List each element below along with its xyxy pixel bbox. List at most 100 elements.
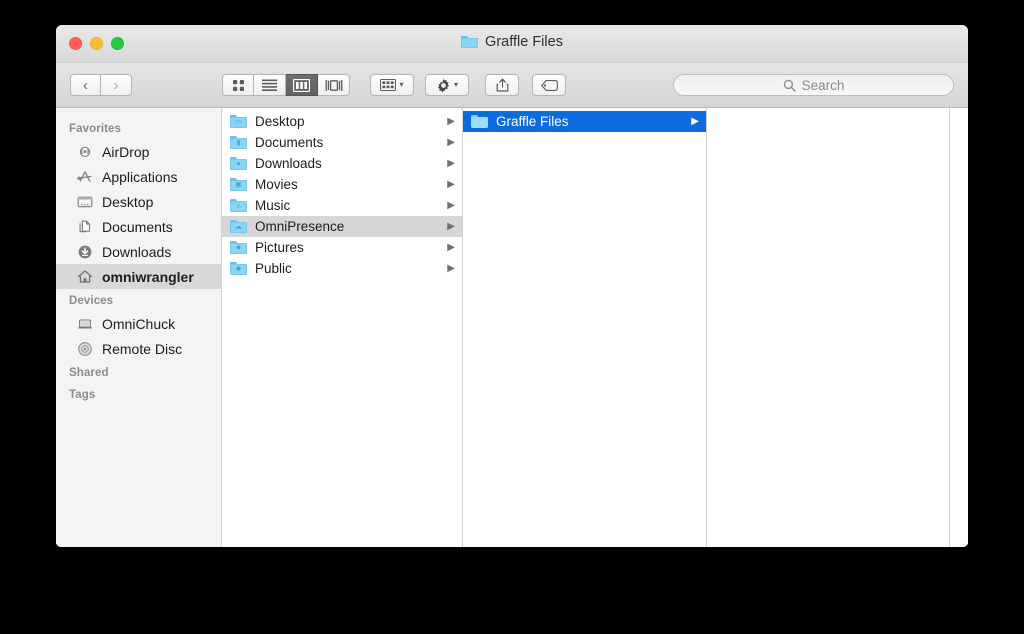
- row-label: OmniPresence: [255, 219, 345, 234]
- disc-icon: [76, 340, 93, 357]
- tags-button[interactable]: [532, 74, 566, 96]
- window-titlebar[interactable]: Graffle Files: [56, 25, 968, 63]
- folder-icon: [471, 115, 488, 128]
- zoom-button[interactable]: [111, 37, 124, 50]
- search-field[interactable]: Search: [673, 74, 954, 96]
- chevron-right-icon: ›: [113, 76, 119, 94]
- back-button[interactable]: ‹: [70, 74, 101, 96]
- folder-icon: [461, 35, 479, 49]
- row-label: Movies: [255, 177, 298, 192]
- sidebar-item-omnichuck[interactable]: OmniChuck: [56, 311, 221, 336]
- sidebar-item-downloads[interactable]: Downloads: [56, 239, 221, 264]
- sidebar-item-label: Documents: [102, 218, 173, 235]
- sidebar-section-tags: Tags: [69, 389, 96, 401]
- share-button[interactable]: [485, 74, 519, 96]
- window-title: Graffle Files: [56, 34, 968, 50]
- list-view-button[interactable]: [254, 74, 286, 96]
- folder-music-icon: ♪: [230, 199, 247, 212]
- sidebar-section-favorites: Favorites: [69, 123, 122, 135]
- applications-icon: [76, 168, 93, 185]
- disclosure-triangle-icon[interactable]: ▶: [446, 242, 455, 253]
- downloads-icon: [76, 243, 93, 260]
- table-row[interactable]: ♪ Music ▶: [222, 195, 462, 216]
- folder-omnipresence-icon: ☁: [230, 220, 247, 233]
- disclosure-triangle-icon[interactable]: ▶: [446, 158, 455, 169]
- sidebar-item-label: omniwrangler: [102, 268, 194, 285]
- forward-button[interactable]: ›: [101, 74, 132, 96]
- table-row[interactable]: Graffle Files ▶: [463, 111, 706, 132]
- chevron-left-icon: ‹: [83, 76, 88, 94]
- window-toolbar: ‹ › ▾ ▾ Search: [56, 63, 968, 108]
- gear-icon: [437, 78, 450, 93]
- action-menu-button[interactable]: ▾: [425, 74, 469, 96]
- coverflow-icon: [325, 79, 342, 91]
- grid-icon: [232, 79, 244, 91]
- folder-pictures-icon: ■: [230, 241, 247, 254]
- disclosure-triangle-icon[interactable]: ▶: [446, 179, 455, 190]
- finder-window: Graffle Files ‹ › ▾ ▾ Search Favorites A…: [56, 25, 968, 547]
- table-row[interactable]: ▮ Documents ▶: [222, 132, 462, 153]
- window-title-text: Graffle Files: [485, 34, 563, 50]
- disclosure-triangle-icon[interactable]: ▶: [446, 221, 455, 232]
- sidebar-section-shared: Shared: [69, 367, 109, 379]
- sidebar-item-desktop[interactable]: Desktop: [56, 189, 221, 214]
- folder-documents-icon: ▮: [230, 136, 247, 149]
- folder-downloads-icon: ●: [230, 157, 247, 170]
- sidebar: Favorites AirDrop Applications Desktop D…: [56, 108, 222, 547]
- table-row[interactable]: ◆ Public ▶: [222, 258, 462, 279]
- close-button[interactable]: [69, 37, 82, 50]
- column-browser: ▭ Desktop ▶ ▮ Documents ▶ ● Downloads ▶: [222, 108, 968, 547]
- tag-icon: [540, 79, 558, 91]
- sidebar-item-label: Remote Disc: [102, 340, 183, 357]
- table-row[interactable]: ■ Pictures ▶: [222, 237, 462, 258]
- disclosure-triangle-icon[interactable]: ▶: [690, 116, 699, 127]
- chevron-down-icon: ▾: [399, 80, 404, 89]
- disclosure-triangle-icon[interactable]: ▶: [446, 263, 455, 274]
- columns-icon: [293, 78, 310, 92]
- chevron-down-icon: ▾: [453, 80, 458, 89]
- sidebar-item-omniwrangler[interactable]: omniwrangler: [56, 264, 221, 289]
- sidebar-item-label: Desktop: [102, 193, 154, 210]
- row-label: Public: [255, 261, 292, 276]
- folder-movies-icon: ▣: [230, 178, 247, 191]
- sidebar-item-documents[interactable]: Documents: [56, 214, 221, 239]
- row-label: Downloads: [255, 156, 322, 171]
- row-label: Graffle Files: [496, 114, 569, 129]
- column-omnipresence: Graffle Files ▶: [463, 108, 707, 547]
- sidebar-item-label: Applications: [102, 168, 178, 185]
- column-home: ▭ Desktop ▶ ▮ Documents ▶ ● Downloads ▶: [222, 108, 463, 547]
- airdrop-icon: [76, 143, 93, 160]
- documents-icon: [76, 218, 93, 235]
- table-row[interactable]: ▭ Desktop ▶: [222, 111, 462, 132]
- disclosure-triangle-icon[interactable]: ▶: [446, 137, 455, 148]
- disclosure-triangle-icon[interactable]: ▶: [446, 116, 455, 127]
- sidebar-item-label: AirDrop: [102, 143, 150, 160]
- sidebar-item-applications[interactable]: Applications: [56, 164, 221, 189]
- row-label: Documents: [255, 135, 324, 150]
- disclosure-triangle-icon[interactable]: ▶: [446, 200, 455, 211]
- column-empty: [950, 108, 968, 547]
- icon-view-button[interactable]: [222, 74, 254, 96]
- search-icon: [783, 79, 796, 92]
- sidebar-item-label: OmniChuck: [102, 315, 176, 332]
- minimize-button[interactable]: [90, 37, 103, 50]
- laptop-icon: [76, 315, 93, 332]
- window-body: Favorites AirDrop Applications Desktop D…: [56, 108, 968, 547]
- coverflow-view-button[interactable]: [318, 74, 350, 96]
- table-row[interactable]: ● Downloads ▶: [222, 153, 462, 174]
- home-icon: [76, 268, 93, 285]
- search-input[interactable]: Search: [802, 78, 845, 93]
- table-row[interactable]: ☁ OmniPresence ▶: [222, 216, 462, 237]
- arrange-icon: [380, 79, 397, 91]
- desktop-icon: [76, 193, 93, 210]
- column-view-button[interactable]: [286, 74, 318, 96]
- row-label: Music: [255, 198, 291, 213]
- folder-desktop-icon: ▭: [230, 115, 247, 128]
- column-graffle-files: [707, 108, 950, 547]
- sidebar-item-airdrop[interactable]: AirDrop: [56, 139, 221, 164]
- sidebar-item-remote-disc[interactable]: Remote Disc: [56, 336, 221, 361]
- arrange-by-button[interactable]: ▾: [370, 74, 414, 96]
- table-row[interactable]: ▣ Movies ▶: [222, 174, 462, 195]
- list-icon: [262, 79, 277, 91]
- view-mode-segmented-control: [222, 74, 350, 96]
